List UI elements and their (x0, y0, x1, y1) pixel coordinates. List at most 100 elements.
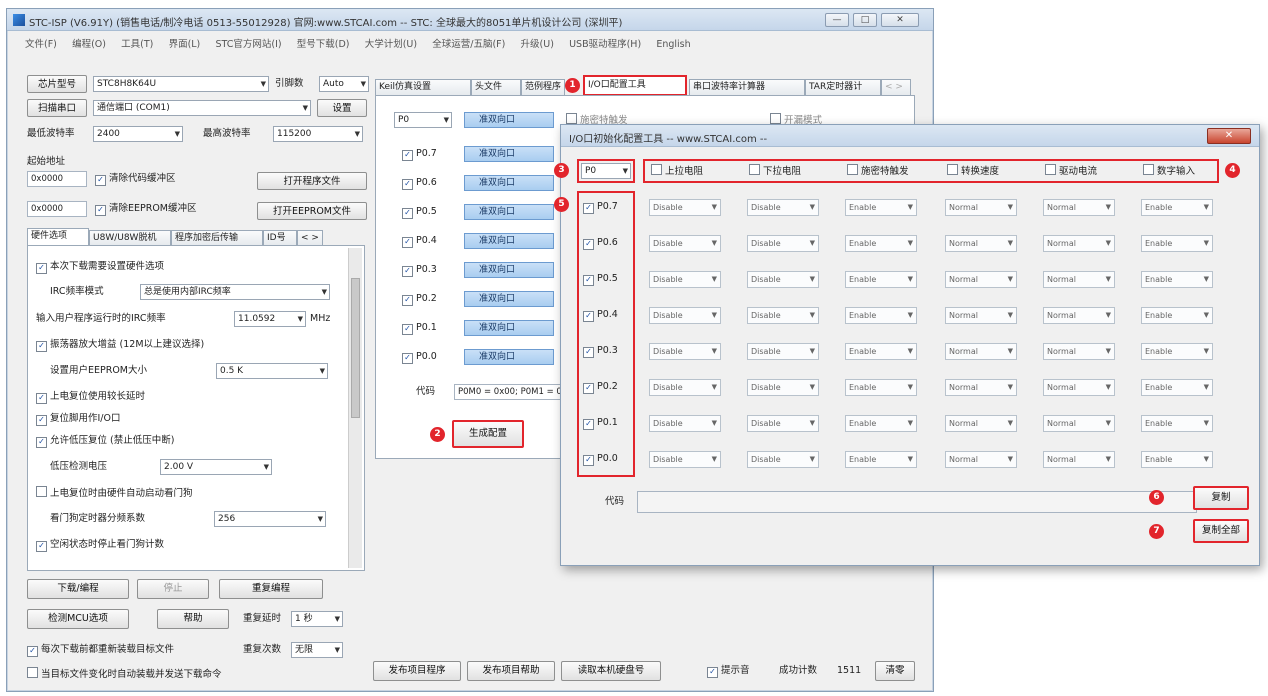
tab-example-programs[interactable]: 范例程序 (521, 79, 565, 95)
reload-before-download-checkbox[interactable]: ✓ 每次下载前都重新装载目标文件 (27, 643, 174, 657)
dialog-cell-select[interactable]: Enable ▼ (845, 451, 917, 468)
menu-program[interactable]: 编程(O) (72, 39, 106, 50)
dialog-port-row-P05[interactable]: ✓ P0.5 (583, 272, 618, 286)
menu-usb-driver[interactable]: USB驱动程序(H) (569, 39, 641, 50)
dialog-cell-select[interactable]: Normal ▼ (1043, 379, 1115, 396)
dialog-cell-select[interactable]: Enable ▼ (1141, 271, 1213, 288)
dialog-cell-select[interactable]: Disable ▼ (747, 343, 819, 360)
menu-tools[interactable]: 工具(T) (121, 39, 153, 50)
main-port-mode-p04[interactable]: 准双向口 (464, 233, 554, 249)
tab-io-config-tool[interactable]: I/O口配置工具 (583, 75, 687, 96)
beep-checkbox[interactable]: ✓ 提示音 (707, 664, 750, 678)
dialog-cell-select[interactable]: Enable ▼ (1141, 379, 1213, 396)
dialog-cell-select[interactable]: Normal ▼ (945, 199, 1017, 216)
header-schmitt-checkbox[interactable]: 施密特触发 (847, 164, 909, 179)
dialog-cell-select[interactable]: Normal ▼ (945, 451, 1017, 468)
dialog-cell-select[interactable]: Enable ▼ (845, 379, 917, 396)
open-program-button[interactable]: 打开程序文件 (257, 172, 367, 190)
tab-scroll-arrows[interactable]: < > (297, 230, 323, 245)
pin-count-select[interactable]: Auto ▼ (319, 76, 369, 92)
dialog-cell-select[interactable]: Disable ▼ (747, 451, 819, 468)
help-button[interactable]: 帮助 (157, 609, 229, 629)
menu-university[interactable]: 大学计划(U) (365, 39, 417, 50)
copy-all-button[interactable]: 复制全部 (1193, 519, 1249, 543)
dialog-cell-select[interactable]: Enable ▼ (845, 343, 917, 360)
settings-button[interactable]: 设置 (317, 99, 367, 117)
dialog-cell-select[interactable]: Normal ▼ (1043, 415, 1115, 432)
header-pulldown-checkbox[interactable]: 下拉电阻 (749, 164, 801, 179)
dialog-cell-select[interactable]: Enable ▼ (1141, 451, 1213, 468)
dialog-cell-select[interactable]: Normal ▼ (1043, 235, 1115, 252)
dialog-port-row-P06[interactable]: ✓ P0.6 (583, 236, 618, 250)
tab-baud-calculator[interactable]: 串口波特率计算器 (689, 79, 805, 95)
dialog-cell-select[interactable]: Disable ▼ (747, 271, 819, 288)
main-port-row-p02[interactable]: ✓ P0.2 (402, 292, 437, 306)
dialog-cell-select[interactable]: Disable ▼ (747, 235, 819, 252)
dialog-cell-select[interactable]: Enable ▼ (1141, 343, 1213, 360)
option-long-reset-delay[interactable]: ✓ 上电复位使用较长延时 (36, 390, 145, 404)
clear-code-checkbox[interactable]: ✓ 清除代码缓冲区 (95, 172, 176, 186)
close-button[interactable]: ✕ (881, 13, 919, 27)
main-port-row-p04[interactable]: ✓ P0.4 (402, 234, 437, 248)
option-low-voltage-reset[interactable]: ✓ 允许低压复位 (禁止低压中断) (36, 434, 174, 448)
dialog-port-row-P03[interactable]: ✓ P0.3 (583, 344, 618, 358)
repeat-delay-select[interactable]: 1 秒 ▼ (291, 611, 343, 627)
publish-program-button[interactable]: 发布项目程序 (373, 661, 461, 681)
menu-upgrade[interactable]: 升级(U) (521, 39, 554, 50)
read-disk-id-button[interactable]: 读取本机硬盘号 (561, 661, 661, 681)
main-port-mode-p02[interactable]: 准双向口 (464, 291, 554, 307)
menu-interface[interactable]: 界面(L) (169, 39, 201, 50)
main-port-row-p07[interactable]: ✓ P0.7 (402, 147, 437, 161)
repeat-program-button[interactable]: 重复编程 (219, 579, 323, 599)
dialog-cell-select[interactable]: Disable ▼ (649, 451, 721, 468)
main-port-mode-p07[interactable]: 准双向口 (464, 146, 554, 162)
dialog-port-select[interactable]: P0 ▼ (581, 163, 631, 179)
dialog-cell-select[interactable]: Disable ▼ (747, 379, 819, 396)
main-port-mode-p00[interactable]: 准双向口 (464, 349, 554, 365)
dialog-title-bar[interactable]: I/O口初始化配置工具 -- www.STCAI.com -- ✕ (561, 125, 1259, 147)
option-osc-gain[interactable]: ✓ 振荡器放大增益 (12M以上建议选择) (36, 338, 204, 352)
dialog-cell-select[interactable]: Normal ▼ (945, 379, 1017, 396)
main-port-mode-p01[interactable]: 准双向口 (464, 320, 554, 336)
main-title-bar[interactable]: STC-ISP (V6.91Y) (销售电话/制冷电话 0513-5501292… (7, 9, 933, 31)
dialog-cell-select[interactable]: Enable ▼ (1141, 415, 1213, 432)
eeprom-address-input[interactable]: 0x0000 (27, 201, 87, 217)
header-digital-input-checkbox[interactable]: 数字输入 (1143, 164, 1195, 179)
scan-port-button[interactable]: 扫描串口 (27, 99, 87, 117)
dialog-cell-select[interactable]: Disable ▼ (747, 307, 819, 324)
dialog-cell-select[interactable]: Normal ▼ (945, 307, 1017, 324)
mcu-type-button[interactable]: 芯片型号 (27, 75, 87, 93)
dialog-cell-select[interactable]: Disable ▼ (649, 307, 721, 324)
eeprom-size-select[interactable]: 0.5 K ▼ (216, 363, 328, 379)
main-mode-select-header[interactable]: 准双向口 (464, 112, 554, 128)
download-button[interactable]: 下载/编程 (27, 579, 129, 599)
auto-send-checkbox[interactable]: 当目标文件变化时自动装载并发送下载命令 (27, 667, 222, 682)
dialog-port-row-P00[interactable]: ✓ P0.0 (583, 452, 618, 466)
header-pullup-checkbox[interactable]: 上拉电阻 (651, 164, 703, 179)
irc-mode-select[interactable]: 总是使用内部IRC频率 ▼ (140, 284, 330, 300)
tab-scroll-arrows-right[interactable]: < > (881, 79, 911, 95)
generate-config-button[interactable]: 生成配置 (452, 420, 524, 448)
scrollbar-thumb[interactable] (351, 278, 360, 418)
dialog-cell-select[interactable]: Disable ▼ (649, 199, 721, 216)
dialog-cell-select[interactable]: Disable ▼ (747, 415, 819, 432)
option-reset-pin-io[interactable]: ✓ 复位脚用作I/O口 (36, 412, 120, 426)
dialog-cell-select[interactable]: Enable ▼ (1141, 199, 1213, 216)
menu-model-download[interactable]: 型号下载(D) (297, 39, 350, 50)
tab-encrypted-transfer[interactable]: 程序加密后传输 (171, 230, 263, 245)
minimize-button[interactable]: — (825, 13, 849, 27)
dialog-cell-select[interactable]: Normal ▼ (1043, 343, 1115, 360)
dialog-cell-select[interactable]: Normal ▼ (1043, 199, 1115, 216)
dialog-cell-select[interactable]: Normal ▼ (945, 343, 1017, 360)
max-baud-select[interactable]: 115200 ▼ (273, 126, 363, 142)
main-port-row-p01[interactable]: ✓ P0.1 (402, 321, 437, 335)
dialog-code-output[interactable] (637, 491, 1197, 513)
main-port-row-p05[interactable]: ✓ P0.5 (402, 205, 437, 219)
dialog-cell-select[interactable]: Disable ▼ (649, 415, 721, 432)
main-port-mode-p06[interactable]: 准双向口 (464, 175, 554, 191)
tab-timer-calculator[interactable]: TAR定时器计 (805, 79, 881, 95)
main-port-mode-p05[interactable]: 准双向口 (464, 204, 554, 220)
dialog-cell-select[interactable]: Disable ▼ (649, 343, 721, 360)
dialog-cell-select[interactable]: Normal ▼ (1043, 271, 1115, 288)
dialog-cell-select[interactable]: Normal ▼ (1043, 451, 1115, 468)
